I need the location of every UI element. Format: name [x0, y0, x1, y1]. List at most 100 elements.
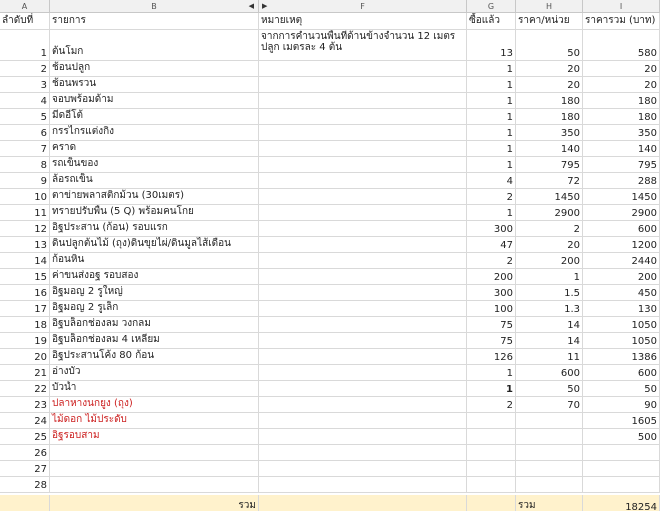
quantity-cell[interactable]: 2: [467, 189, 516, 204]
quantity-cell[interactable]: 2: [467, 253, 516, 268]
row-number-cell[interactable]: 16: [0, 285, 50, 300]
note-cell[interactable]: [259, 397, 467, 412]
note-cell[interactable]: [259, 269, 467, 284]
row-total-cell[interactable]: 1050: [583, 317, 660, 332]
total-empty-f[interactable]: [259, 495, 467, 511]
quantity-cell[interactable]: 47: [467, 237, 516, 252]
header-bought[interactable]: ซื้อแล้ว: [467, 13, 516, 29]
unit-price-cell[interactable]: 2: [516, 221, 583, 236]
quantity-cell[interactable]: 300: [467, 285, 516, 300]
unit-price-cell[interactable]: 1.5: [516, 285, 583, 300]
row-total-cell[interactable]: 90: [583, 397, 660, 412]
quantity-cell[interactable]: [467, 413, 516, 428]
note-cell[interactable]: จากการคำนวนพื้นที่ด้านข้างจำนวน 12 เมตร …: [259, 30, 467, 60]
unit-price-cell[interactable]: 70: [516, 397, 583, 412]
header-note[interactable]: หมายเหตุ: [259, 13, 467, 29]
quantity-cell[interactable]: 200: [467, 269, 516, 284]
unit-price-cell[interactable]: [516, 445, 583, 460]
note-cell[interactable]: [259, 253, 467, 268]
row-number-cell[interactable]: 23: [0, 397, 50, 412]
item-name-cell[interactable]: อิฐรอบสาม: [50, 429, 259, 444]
column-header-g[interactable]: G: [467, 0, 516, 13]
row-total-cell[interactable]: 350: [583, 125, 660, 140]
row-total-cell[interactable]: 1450: [583, 189, 660, 204]
row-total-cell[interactable]: 140: [583, 141, 660, 156]
row-total-cell[interactable]: 2440: [583, 253, 660, 268]
unit-price-cell[interactable]: 72: [516, 173, 583, 188]
row-number-cell[interactable]: 26: [0, 445, 50, 460]
row-number-cell[interactable]: 11: [0, 205, 50, 220]
note-cell[interactable]: [259, 189, 467, 204]
item-name-cell[interactable]: กรรไกรแต่งกิ่ง: [50, 125, 259, 140]
row-number-cell[interactable]: 2: [0, 61, 50, 76]
row-number-cell[interactable]: 15: [0, 269, 50, 284]
item-name-cell[interactable]: ไม้ดอก ไม้ประดับ: [50, 413, 259, 428]
row-number-cell[interactable]: 19: [0, 333, 50, 348]
column-header-b[interactable]: B ◀: [50, 0, 259, 13]
note-cell[interactable]: [259, 477, 467, 492]
header-order[interactable]: ลำดับที่: [0, 13, 50, 29]
total-empty-g[interactable]: [467, 495, 516, 511]
row-total-cell[interactable]: 180: [583, 93, 660, 108]
note-cell[interactable]: [259, 349, 467, 364]
quantity-cell[interactable]: 1: [467, 125, 516, 140]
item-name-cell[interactable]: มีดอีโต้: [50, 109, 259, 124]
item-name-cell[interactable]: [50, 477, 259, 492]
item-name-cell[interactable]: ปลาหางนกยูง (ถุง): [50, 397, 259, 412]
item-name-cell[interactable]: ช้อนปลูก: [50, 61, 259, 76]
quantity-cell[interactable]: 1: [467, 205, 516, 220]
unit-price-cell[interactable]: 600: [516, 365, 583, 380]
quantity-cell[interactable]: 13: [467, 30, 516, 60]
item-name-cell[interactable]: ต้นโมก: [50, 30, 259, 60]
expand-right-arrow-icon[interactable]: ▶: [262, 0, 267, 13]
item-name-cell[interactable]: รถเข็นของ: [50, 157, 259, 172]
quantity-cell[interactable]: 1: [467, 109, 516, 124]
unit-price-cell[interactable]: [516, 477, 583, 492]
note-cell[interactable]: [259, 157, 467, 172]
row-total-cell[interactable]: 180: [583, 109, 660, 124]
quantity-cell[interactable]: [467, 461, 516, 476]
header-item[interactable]: รายการ: [50, 13, 259, 29]
unit-price-cell[interactable]: 350: [516, 125, 583, 140]
note-cell[interactable]: [259, 333, 467, 348]
unit-price-cell[interactable]: 140: [516, 141, 583, 156]
quantity-cell[interactable]: 75: [467, 333, 516, 348]
row-total-cell[interactable]: 1605: [583, 413, 660, 428]
row-number-cell[interactable]: 20: [0, 349, 50, 364]
unit-price-cell[interactable]: 50: [516, 381, 583, 396]
row-number-cell[interactable]: 8: [0, 157, 50, 172]
note-cell[interactable]: [259, 125, 467, 140]
row-number-cell[interactable]: 7: [0, 141, 50, 156]
note-cell[interactable]: [259, 237, 467, 252]
item-name-cell[interactable]: [50, 461, 259, 476]
row-total-cell[interactable]: [583, 461, 660, 476]
row-total-cell[interactable]: 500: [583, 429, 660, 444]
unit-price-cell[interactable]: 14: [516, 333, 583, 348]
quantity-cell[interactable]: [467, 429, 516, 444]
row-total-cell[interactable]: 1050: [583, 333, 660, 348]
item-name-cell[interactable]: [50, 445, 259, 460]
row-number-cell[interactable]: 17: [0, 301, 50, 316]
item-name-cell[interactable]: ดินปลูกต้นไม้ (ถุง)ดินขุยไผ่/ดินมูลไส้เด…: [50, 237, 259, 252]
item-name-cell[interactable]: บัวน้ำ: [50, 381, 259, 396]
unit-price-cell[interactable]: 20: [516, 61, 583, 76]
item-name-cell[interactable]: ตาข่ายพลาสติกม้วน (30เมตร): [50, 189, 259, 204]
row-number-cell[interactable]: 4: [0, 93, 50, 108]
note-cell[interactable]: [259, 141, 467, 156]
row-total-cell[interactable]: 1200: [583, 237, 660, 252]
note-cell[interactable]: [259, 77, 467, 92]
unit-price-cell[interactable]: 1450: [516, 189, 583, 204]
quantity-cell[interactable]: 4: [467, 173, 516, 188]
quantity-cell[interactable]: 1: [467, 77, 516, 92]
row-total-cell[interactable]: 1386: [583, 349, 660, 364]
row-number-cell[interactable]: 22: [0, 381, 50, 396]
quantity-cell[interactable]: 100: [467, 301, 516, 316]
quantity-cell[interactable]: [467, 445, 516, 460]
unit-price-cell[interactable]: 795: [516, 157, 583, 172]
total-label-h[interactable]: รวม: [516, 495, 583, 511]
row-number-cell[interactable]: 14: [0, 253, 50, 268]
row-total-cell[interactable]: 580: [583, 30, 660, 60]
note-cell[interactable]: [259, 461, 467, 476]
item-name-cell[interactable]: อิฐบล็อกช่องลม 4 เหลี่ยม: [50, 333, 259, 348]
unit-price-cell[interactable]: 180: [516, 93, 583, 108]
